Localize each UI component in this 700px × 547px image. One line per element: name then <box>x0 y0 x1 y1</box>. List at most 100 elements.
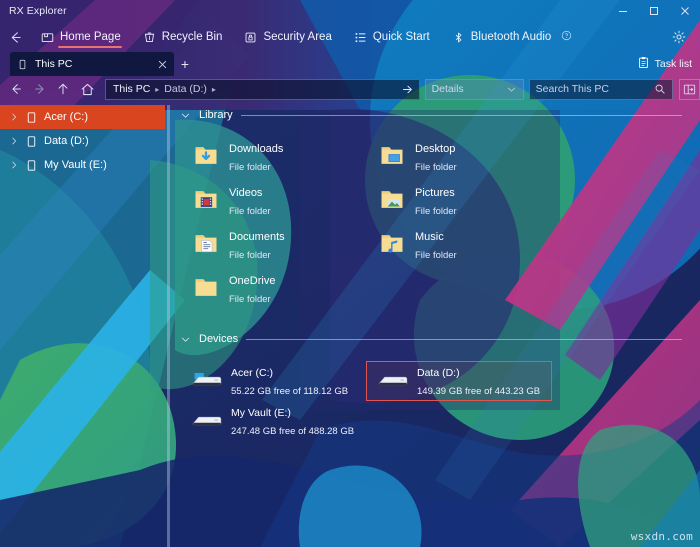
task-list-label: Task list <box>654 58 692 70</box>
devices-group-header[interactable]: Devices <box>180 329 700 349</box>
nav-back-button[interactable] <box>4 76 28 102</box>
search-input[interactable]: Search This PC <box>528 78 674 100</box>
close-button[interactable] <box>669 0 700 22</box>
ribbon-item-quick-start[interactable]: Quick Start <box>343 22 441 52</box>
nav-up-button[interactable] <box>51 76 75 102</box>
address-go-button[interactable] <box>401 83 414 96</box>
sidebar-item-acer-c[interactable]: Acer (C:) <box>0 105 165 129</box>
devices-group-title: Devices <box>199 333 239 345</box>
group-divider <box>246 338 682 340</box>
title-bar: RX Explorer <box>0 0 700 22</box>
library-group-header[interactable]: Library <box>180 105 700 125</box>
device-item-text: Data (D:) 149.39 GB free of 443.23 GB <box>417 363 545 399</box>
settings-button[interactable] <box>665 22 693 52</box>
file-item-subtitle: File folder <box>229 162 271 173</box>
back-arrow-icon <box>11 31 21 43</box>
tab-label: This PC <box>35 58 73 70</box>
chevron-down-icon[interactable] <box>180 110 191 121</box>
file-item-name: Downloads <box>229 143 284 155</box>
device-icon <box>17 59 28 70</box>
recycle-bin-icon <box>143 31 156 44</box>
address-bar-row: This PC ▸ Data (D:) ▸ Details Search Thi… <box>0 76 700 102</box>
ribbon-item-home-page[interactable]: Home Page <box>30 22 132 52</box>
ribbon-back-button[interactable] <box>0 22 30 52</box>
ribbon-item-security-area[interactable]: Security Area <box>233 22 342 52</box>
watermark: wsxdn.com <box>630 530 693 543</box>
device-item-text: My Vault (E:) 247.48 GB free of 488.28 G… <box>231 403 359 439</box>
file-item-videos[interactable]: Videos File folder <box>180 179 366 223</box>
folder-desktop-icon <box>378 141 406 174</box>
folder-videos-icon <box>192 185 220 218</box>
details-dropdown-value: Details <box>431 83 464 95</box>
security-lock-icon <box>244 31 257 44</box>
home-page-icon <box>41 31 54 44</box>
file-item-text: Desktop File folder <box>415 139 457 175</box>
ribbon-item-label: Recycle Bin <box>161 31 223 43</box>
file-item-subtitle: File folder <box>415 250 457 261</box>
help-circle-icon[interactable] <box>561 30 572 44</box>
close-icon <box>680 7 689 15</box>
file-item-documents[interactable]: Documents File folder <box>180 223 366 267</box>
device-item-data-d[interactable]: Data (D:) 149.39 GB free of 443.23 GB <box>366 361 552 401</box>
tab-close-button[interactable] <box>158 60 167 69</box>
content-pane: Library Downloads File folder Desktop Fi… <box>180 105 700 547</box>
task-list-button[interactable]: Task list <box>637 53 692 75</box>
sidebar-item-label: Data (D:) <box>44 135 89 147</box>
gear-icon <box>672 30 686 44</box>
ribbon-item-label: Bluetooth Audio <box>470 31 552 43</box>
file-item-subtitle: File folder <box>229 294 271 305</box>
file-item-music[interactable]: Music File folder <box>366 223 552 267</box>
nav-forward-button[interactable] <box>28 76 52 102</box>
maximize-icon <box>649 7 658 15</box>
breadcrumb-item-this-pc[interactable]: This PC <box>111 83 152 95</box>
search-icon[interactable] <box>654 83 666 95</box>
drive-icon <box>191 407 223 436</box>
chevron-down-icon[interactable] <box>180 334 191 345</box>
sidebar-item-my-vault-e[interactable]: My Vault (E:) <box>0 153 165 177</box>
ribbon-item-bluetooth-audio[interactable]: Bluetooth Audio <box>441 22 584 52</box>
drive-icon <box>377 367 409 396</box>
breadcrumb-bar[interactable]: This PC ▸ Data (D:) ▸ <box>104 78 420 100</box>
chevron-right-icon[interactable] <box>8 136 19 146</box>
chevron-right-icon[interactable] <box>8 112 19 122</box>
minimize-button[interactable] <box>607 0 638 22</box>
breadcrumb-item-data-d[interactable]: Data (D:) <box>162 83 209 95</box>
arrow-right-icon <box>34 84 44 94</box>
library-grid: Downloads File folder Desktop File folde… <box>180 135 700 311</box>
breadcrumb-separator: ▸ <box>211 84 216 94</box>
file-item-subtitle: File folder <box>229 206 271 217</box>
new-tab-button[interactable]: + <box>174 52 196 76</box>
file-item-text: Videos File folder <box>229 183 271 219</box>
details-dropdown[interactable]: Details <box>424 78 524 100</box>
tab-this-pc[interactable]: This PC <box>10 52 174 76</box>
arrow-left-icon <box>12 84 21 94</box>
quick-start-list-icon <box>354 31 367 44</box>
file-item-desktop[interactable]: Desktop File folder <box>366 135 552 179</box>
file-item-downloads[interactable]: Downloads File folder <box>180 135 366 179</box>
chevron-right-icon[interactable] <box>8 160 19 170</box>
panel-toggle-button[interactable] <box>679 78 700 100</box>
tab-strip: This PC + Task list <box>0 52 700 76</box>
file-item-pictures[interactable]: Pictures File folder <box>366 179 552 223</box>
device-item-my-vault-e[interactable]: My Vault (E:) 247.48 GB free of 488.28 G… <box>180 401 366 441</box>
device-item-name: Acer (C:) <box>231 367 273 379</box>
ribbon-item-recycle-bin[interactable]: Recycle Bin <box>132 22 234 52</box>
breadcrumb-separator: ▸ <box>155 84 160 94</box>
nav-home-button[interactable] <box>75 76 99 102</box>
file-item-text: OneDrive File folder <box>229 271 275 307</box>
panel-toggle-icon <box>683 84 696 94</box>
device-item-acer-c[interactable]: Acer (C:) 55.22 GB free of 118.12 GB <box>180 361 366 401</box>
folder-documents-icon <box>192 229 220 262</box>
folder-onedrive-icon <box>192 273 220 306</box>
file-item-name: Desktop <box>415 143 456 155</box>
device-item-capacity: 149.39 GB free of 443.23 GB <box>417 386 541 397</box>
maximize-button[interactable] <box>638 0 669 22</box>
sidebar-item-data-d[interactable]: Data (D:) <box>0 129 165 153</box>
arrow-up-icon <box>58 83 68 95</box>
sidebar-splitter[interactable] <box>167 105 170 547</box>
file-item-name: Pictures <box>415 187 455 199</box>
library-group-title: Library <box>199 109 233 121</box>
bluetooth-icon <box>452 31 465 44</box>
device-item-name: Data (D:) <box>417 367 460 379</box>
file-item-onedrive[interactable]: OneDrive File folder <box>180 267 366 311</box>
